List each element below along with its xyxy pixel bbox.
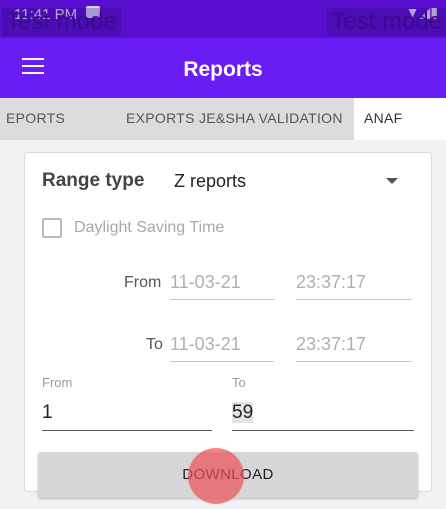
test-mode-watermark-right: Test mode xyxy=(327,8,446,36)
tab-bar: EPORTS EXPORTS JE&SHA VALIDATION ANAF xyxy=(0,98,446,140)
number-to-input[interactable]: 59 xyxy=(232,402,414,431)
date-from-label: From xyxy=(124,274,162,291)
download-button[interactable]: DOWNLOAD xyxy=(38,452,418,498)
from-time-field[interactable]: 23:37:17 xyxy=(296,272,412,300)
range-type-select[interactable]: Z reports xyxy=(174,171,246,192)
daylight-saving-label: Daylight Saving Time xyxy=(74,219,225,236)
date-to-label: To xyxy=(146,336,163,353)
range-type-label: Range type xyxy=(42,170,145,191)
status-bar: 11:41 PM ▼◢▮ Test mode Test mode xyxy=(0,0,446,38)
daylight-saving-checkbox[interactable] xyxy=(42,218,62,238)
page-title: Reports xyxy=(183,58,263,81)
tab-exports[interactable]: EPORTS xyxy=(6,110,65,126)
from-date-field[interactable]: 11-03-21 xyxy=(170,272,274,300)
to-time-field[interactable]: 23:37:17 xyxy=(296,334,412,362)
to-date-field[interactable]: 11-03-21 xyxy=(170,334,274,362)
tab-anaf[interactable]: ANAF xyxy=(354,98,446,140)
tab-exports-je-sha-validation[interactable]: EXPORTS JE&SHA VALIDATION xyxy=(126,110,343,126)
report-form-card xyxy=(24,152,432,492)
number-to-value: 59 xyxy=(232,402,254,423)
app-bar: Reports xyxy=(0,38,446,98)
number-from-label: From xyxy=(42,375,73,390)
number-to-label: To xyxy=(232,375,246,390)
test-mode-watermark-left: Test mode xyxy=(2,8,121,36)
number-from-input[interactable]: 1 xyxy=(42,402,212,431)
dropdown-arrow-icon[interactable] xyxy=(386,178,398,184)
